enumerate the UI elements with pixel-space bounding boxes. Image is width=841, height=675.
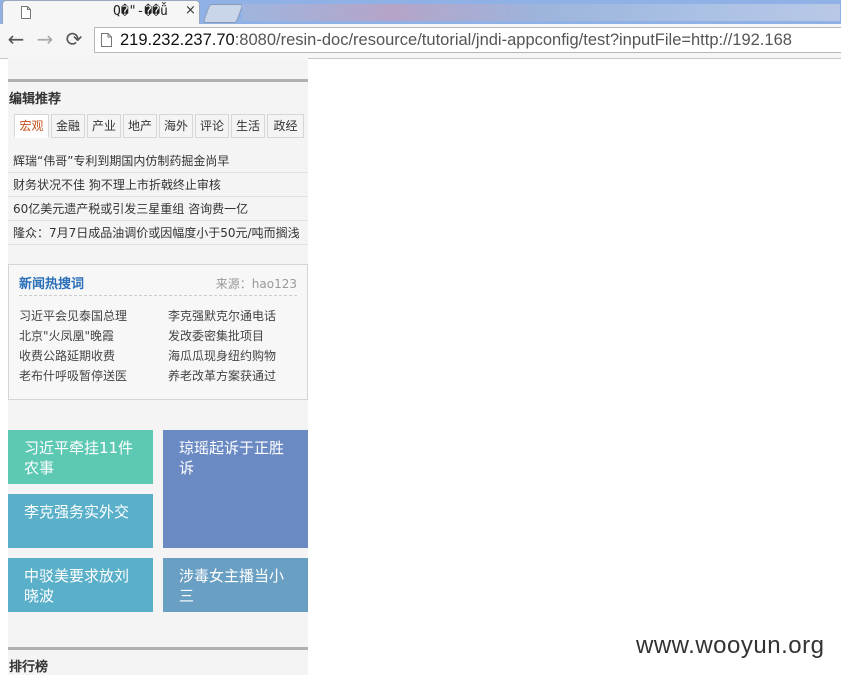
browser-toolbar: ← → ⟳ 219.232.237.70:8080/resin-doc/reso… [0, 24, 841, 59]
tab-macro[interactable]: 宏观 [14, 114, 49, 138]
headline-link[interactable]: 60亿美元遗产税或引发三星重组 咨询费一亿 [13, 200, 303, 217]
url-text: 219.232.237.70:8080/resin-doc/resource/t… [120, 31, 792, 50]
tab-politics[interactable]: 政经 [267, 114, 304, 138]
hot-search-link[interactable]: 收费公路延期收费 [19, 347, 115, 364]
hot-search-link[interactable]: 老布什呼吸暂停送医 [19, 367, 127, 384]
news-tile[interactable]: 琼瑶起诉于正胜诉 [163, 430, 308, 548]
address-bar[interactable]: 219.232.237.70:8080/resin-doc/resource/t… [94, 27, 841, 53]
browser-tab[interactable]: Q�"-��ǚ × [2, 0, 200, 24]
back-arrow-icon[interactable]: ← [4, 27, 28, 51]
hot-search-link[interactable]: 发改委密集批项目 [168, 327, 264, 344]
hot-search-link[interactable]: 习近平会见泰国总理 [19, 307, 127, 324]
headline-link[interactable]: 财务状况不佳 狗不理上市折戟终止审核 [13, 176, 303, 193]
headline-link[interactable]: 辉瑞“伟哥”专利到期国内仿制药掘金尚早 [13, 152, 303, 169]
page-icon [101, 33, 112, 47]
close-tab-icon[interactable]: × [185, 3, 196, 18]
url-host: 219.232.237.70 [120, 31, 235, 49]
hot-search-source: 来源：hao123 [215, 277, 297, 291]
page-icon [21, 6, 31, 19]
hot-search-title: 新闻热搜词 [19, 277, 85, 292]
hot-search-link[interactable]: 海瓜瓜现身纽约购物 [168, 347, 276, 364]
reload-icon[interactable]: ⟳ [62, 27, 86, 51]
headline-link[interactable]: 隆众：7月7日成品油调价或因幅度小于50元/吨而搁浅 [13, 224, 303, 241]
ranking-title: 排行榜 [8, 647, 308, 675]
new-tab-button[interactable] [202, 4, 244, 23]
news-tile[interactable]: 习近平牵挂11件农事 [8, 430, 153, 484]
editor-picks-title: 编辑推荐 [8, 79, 308, 107]
divider [8, 220, 308, 221]
tab-overseas[interactable]: 海外 [159, 114, 193, 138]
divider [8, 172, 308, 173]
tab-real-estate[interactable]: 地产 [123, 114, 157, 138]
tab-title: Q�"-��ǚ [113, 4, 168, 19]
hot-search-link[interactable]: 养老改革方案获通过 [168, 367, 276, 384]
news-tile[interactable]: 中驳美要求放刘晓波 [8, 558, 153, 612]
tab-commentary[interactable]: 评论 [195, 114, 229, 138]
tab-life[interactable]: 生活 [231, 114, 265, 138]
left-column: 编辑推荐 宏观 金融 产业 地产 海外 评论 生活 政经 辉瑞“伟哥”专利到期国… [8, 58, 308, 675]
divider [8, 196, 308, 197]
url-path: :8080/resin-doc/resource/tutorial/jndi-a… [234, 31, 792, 49]
blurred-tabs [242, 4, 840, 21]
watermark: www.wooyun.org [636, 632, 825, 659]
divider [19, 295, 297, 296]
hot-search-link[interactable]: 北京"火凤凰"晚霞 [19, 327, 114, 344]
tab-finance[interactable]: 金融 [51, 114, 85, 138]
news-tile[interactable]: 李克强务实外交 [8, 494, 153, 548]
hot-search-link[interactable]: 李克强默克尔通电话 [168, 307, 276, 324]
forward-arrow-icon[interactable]: → [33, 27, 57, 51]
news-tile[interactable]: 涉毒女主播当小三 [163, 558, 308, 612]
tab-strip: Q�"-��ǚ × [0, 0, 841, 24]
divider [8, 244, 308, 245]
hot-search-box: 新闻热搜词 来源：hao123 习近平会见泰国总理 北京"火凤凰"晚霞 收费公路… [8, 264, 308, 400]
tab-industry[interactable]: 产业 [87, 114, 121, 138]
